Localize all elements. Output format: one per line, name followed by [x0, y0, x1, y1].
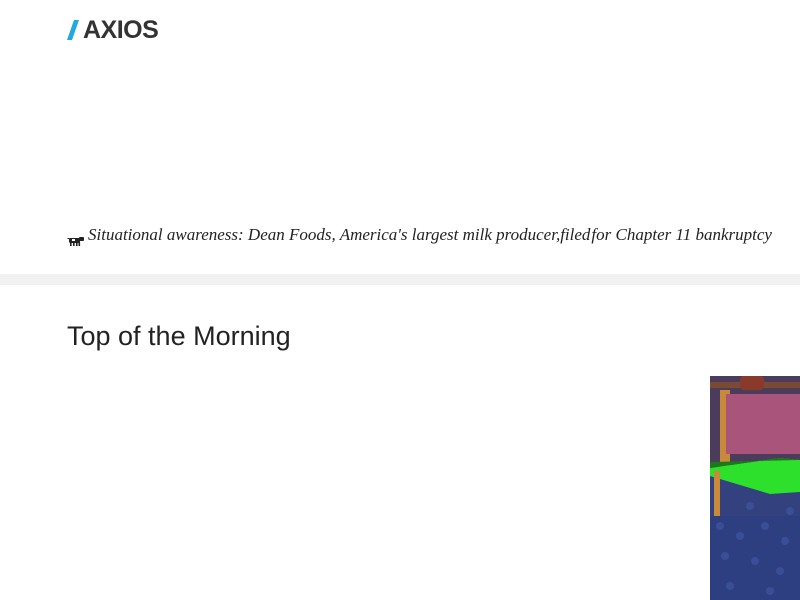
filed-link[interactable]: filed [560, 222, 591, 248]
axios-logo[interactable]: AXIOS [67, 16, 159, 44]
section-divider [0, 274, 800, 285]
situational-text-after: for Chapter 11 bankruptcy [591, 225, 772, 244]
axios-wordmark: AXIOS [83, 16, 159, 44]
cow-icon [67, 229, 85, 246]
situational-awareness: Situational awareness: Dean Foods, Ameri… [67, 222, 800, 248]
axios-logo-mark-icon [67, 20, 83, 40]
situational-text-before: Situational awareness: Dean Foods, Ameri… [88, 225, 561, 244]
story-image[interactable] [710, 376, 800, 600]
section-title: Top of the Morning [67, 321, 291, 351]
ad-space [67, 60, 800, 210]
